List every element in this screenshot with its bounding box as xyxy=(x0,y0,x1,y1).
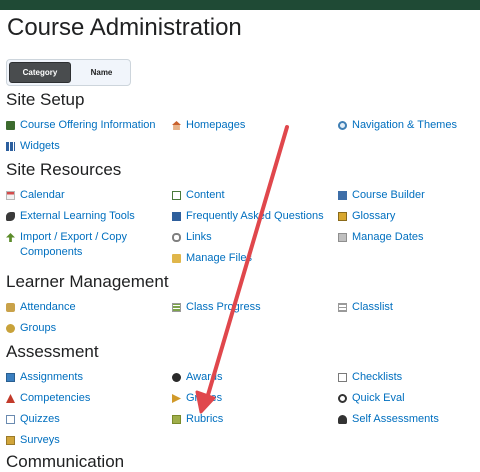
award-icon xyxy=(172,373,181,382)
puzzle-icon xyxy=(6,212,15,221)
rubric-icon xyxy=(172,415,181,424)
tool-homepages[interactable]: Homepages xyxy=(172,118,245,133)
tool-links[interactable]: Links xyxy=(172,230,212,245)
tool-manage-dates[interactable]: Manage Dates xyxy=(338,230,424,245)
self-assessment-icon xyxy=(338,415,347,424)
tool-navigation-themes[interactable]: Navigation & Themes xyxy=(338,118,457,133)
name-view-button[interactable]: Name xyxy=(73,60,130,85)
section-title-site-setup: Site Setup xyxy=(6,90,85,109)
classlist-icon xyxy=(338,303,347,312)
tool-calendar[interactable]: Calendar xyxy=(6,188,65,203)
tool-import-export-copy[interactable]: Import / Export / Copy Components xyxy=(6,230,150,260)
quick-eval-icon xyxy=(338,394,347,403)
calendar-icon xyxy=(6,191,15,200)
tool-external-learning-tools[interactable]: External Learning Tools xyxy=(6,209,135,224)
view-toggle: Category Name xyxy=(6,59,131,86)
widgets-icon xyxy=(6,142,15,151)
tool-groups[interactable]: Groups xyxy=(6,321,56,336)
tool-self-assessments[interactable]: Self Assessments xyxy=(338,412,439,427)
import-export-icon xyxy=(6,233,15,242)
compass-icon xyxy=(338,121,347,130)
house-icon xyxy=(172,121,181,130)
glossary-icon xyxy=(338,212,347,221)
dates-icon xyxy=(338,233,347,242)
groups-icon xyxy=(6,324,15,333)
builder-icon xyxy=(338,191,347,200)
competencies-icon xyxy=(6,394,15,403)
quiz-icon xyxy=(6,415,15,424)
tool-glossary[interactable]: Glossary xyxy=(338,209,395,224)
section-title-communication: Communication xyxy=(6,452,125,471)
checklist-icon xyxy=(338,373,347,382)
tool-assignments[interactable]: Assignments xyxy=(6,370,83,385)
tool-rubrics[interactable]: Rubrics xyxy=(172,412,223,427)
faq-icon xyxy=(172,212,181,221)
tool-awards[interactable]: Awards xyxy=(172,370,222,385)
progress-icon xyxy=(172,303,181,312)
tool-widgets[interactable]: Widgets xyxy=(6,139,60,154)
section-title-learner-management: Learner Management xyxy=(6,272,169,291)
tool-attendance[interactable]: Attendance xyxy=(6,300,76,315)
link-icon xyxy=(172,233,181,242)
tool-surveys[interactable]: Surveys xyxy=(6,433,60,448)
tool-manage-files[interactable]: Manage Files xyxy=(172,251,252,266)
section-title-assessment: Assessment xyxy=(6,342,99,361)
tool-checklists[interactable]: Checklists xyxy=(338,370,402,385)
book-icon xyxy=(6,121,15,130)
tool-course-builder[interactable]: Course Builder xyxy=(338,188,425,203)
tool-class-progress[interactable]: Class Progress xyxy=(172,300,261,315)
tool-grades[interactable]: Grades xyxy=(172,391,222,406)
tool-course-offering-information[interactable]: Course Offering Information xyxy=(6,118,156,133)
category-view-button[interactable]: Category xyxy=(9,62,71,83)
tool-quick-eval[interactable]: Quick Eval xyxy=(338,391,405,406)
tool-content[interactable]: Content xyxy=(172,188,225,203)
tool-competencies[interactable]: Competencies xyxy=(6,391,90,406)
assignments-icon xyxy=(6,373,15,382)
top-banner xyxy=(0,0,480,10)
attendance-icon xyxy=(6,303,15,312)
section-title-site-resources: Site Resources xyxy=(6,160,122,179)
survey-icon xyxy=(6,436,15,445)
grades-icon xyxy=(172,394,181,403)
tool-quizzes[interactable]: Quizzes xyxy=(6,412,60,427)
open-book-icon xyxy=(172,191,181,200)
folder-icon xyxy=(172,254,181,263)
tool-classlist[interactable]: Classlist xyxy=(338,300,393,315)
page-title: Course Administration xyxy=(7,14,242,41)
tool-faq[interactable]: Frequently Asked Questions xyxy=(172,209,324,224)
